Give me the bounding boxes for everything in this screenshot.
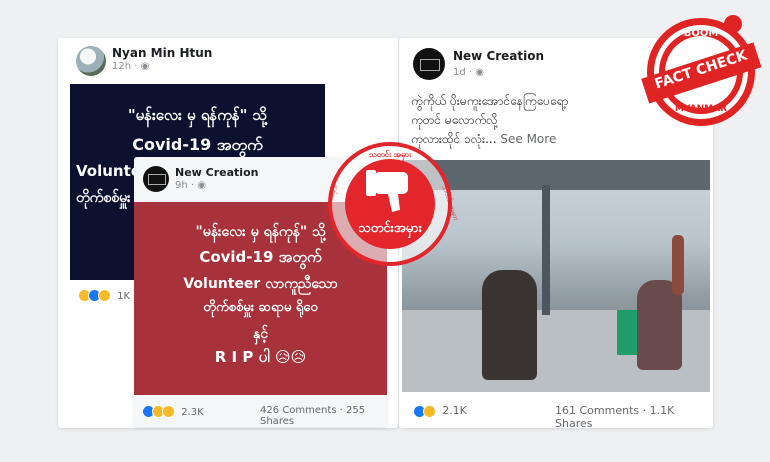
fact-check-badge: BOOM FACT CHECK MYANMAR [640, 8, 762, 130]
stamp-ring-top: သတင်း အမှား [368, 150, 411, 159]
avatar[interactable] [143, 166, 169, 192]
banner-line-6: R I P ပါ 😥😥 [214, 348, 307, 366]
comments-link[interactable]: 161 Comments [555, 404, 639, 417]
see-more-link[interactable]: See More [500, 132, 556, 146]
photo-patient [482, 270, 537, 380]
post-text-line-2: ကုတင် မလောက်လို့ [411, 113, 498, 127]
reaction-count: 2.3K [181, 406, 204, 418]
engagement-counts: 426 Comments · 255 Shares [260, 405, 366, 427]
globe-icon: ◉ [475, 67, 484, 78]
new-creation-logo-icon [148, 174, 166, 185]
banner-line-4: တိုက်စစ်မှူး ဆရာမ ရိုဝေ [203, 300, 318, 315]
reaction-count: 1K [117, 290, 131, 302]
author-name[interactable]: Nyan Min Htun [112, 46, 212, 60]
post-text-line-1: ကွဲကိုယ် ပိုးမကူးအောင်နေကြပေရော့ [411, 94, 569, 108]
engagement-counts: 161 Comments · 1.1K Shares [555, 404, 675, 430]
post-time: 12h · ◉ [112, 61, 150, 72]
comments-link[interactable]: 426 Comments [260, 405, 336, 416]
stamp-center-label: သတင်းအမှား [358, 221, 422, 236]
post-time: 9h · ◉ [175, 180, 206, 191]
banner-line-5: နှင့် [253, 326, 268, 342]
photo-pillar [542, 185, 550, 315]
wow-reaction-icon [162, 405, 175, 418]
avatar[interactable] [413, 48, 445, 80]
reaction-count: 2.1K [442, 404, 467, 417]
wow-reaction-icon [98, 289, 111, 302]
banner-line-2: Covid-19 အတွက် [132, 135, 263, 154]
post-time: 1d · ◉ [453, 67, 484, 78]
false-news-stamp: သတင်း အမှား သတင်း အမှား သတင်း အမှား သတင်… [319, 140, 461, 268]
reaction-bar[interactable]: 2.1K [413, 404, 467, 418]
badge-bottom-label: MYANMAR [675, 104, 727, 114]
banner-line-1: "မန်းလေး မှ ရန်ကုန်" သို့ [127, 106, 268, 124]
badge-top-label: BOOM [683, 28, 719, 39]
author-name[interactable]: New Creation [453, 49, 544, 63]
photo-oxygen-tank [672, 235, 684, 295]
banner-line-3: Volunteer လာကူညီသော [183, 276, 338, 292]
reaction-bar[interactable]: 2.3K [142, 405, 204, 418]
sad-reaction-icon [423, 404, 436, 418]
globe-icon: ◉ [140, 61, 150, 72]
author-name[interactable]: New Creation [175, 166, 258, 179]
avatar[interactable] [76, 46, 106, 76]
new-creation-logo-icon [420, 59, 440, 71]
globe-icon: ◉ [197, 180, 206, 191]
reaction-bar[interactable]: 1K [78, 289, 130, 302]
